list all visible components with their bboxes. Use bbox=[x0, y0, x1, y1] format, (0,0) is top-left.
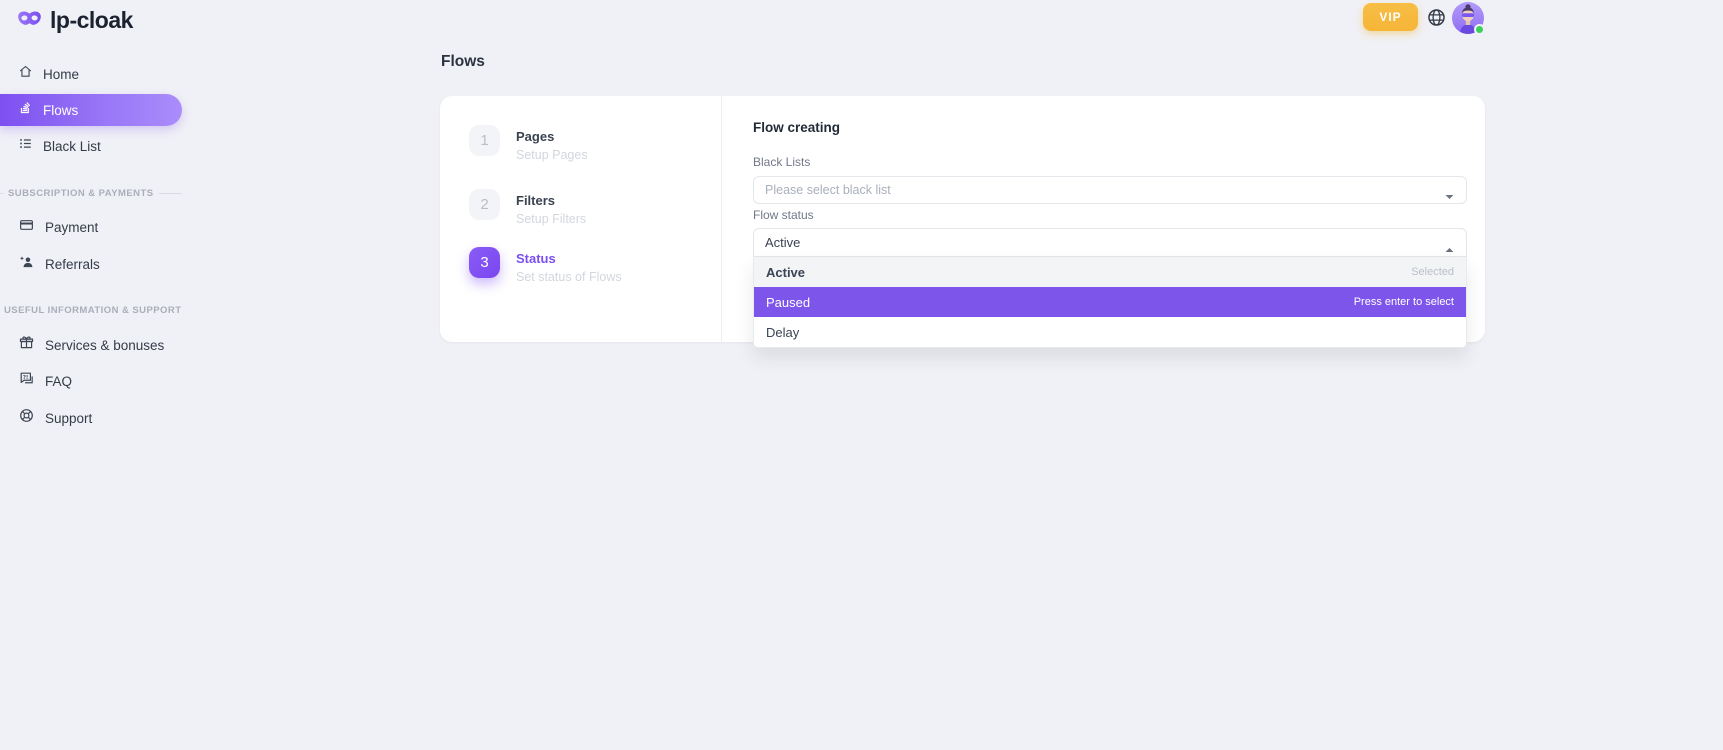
app-root: lp-cloak Home bbox=[0, 0, 1723, 750]
svg-text:?!: ?! bbox=[23, 375, 29, 381]
sidebar-item-label: Services & bonuses bbox=[45, 338, 164, 353]
flows-stack-icon bbox=[18, 100, 33, 120]
home-icon bbox=[18, 64, 33, 84]
black-lists-label: Black Lists bbox=[753, 155, 810, 169]
flow-status-label: Flow status bbox=[753, 208, 814, 222]
language-globe-icon[interactable] bbox=[1424, 5, 1448, 29]
sidebar: lp-cloak Home bbox=[0, 0, 212, 750]
option-paused[interactable]: Paused Press enter to select bbox=[754, 287, 1466, 317]
option-delay[interactable]: Delay bbox=[754, 317, 1466, 347]
option-label: Active bbox=[766, 265, 805, 280]
step-subtitle: Set status of Flows bbox=[516, 270, 622, 284]
flow-wizard-card: 1 Pages Setup Pages 2 Filters Setup Filt… bbox=[440, 96, 1485, 342]
step-filters[interactable]: 2 Filters Setup Filters bbox=[469, 189, 699, 226]
sidebar-item-black-list[interactable]: Black List bbox=[0, 132, 182, 160]
option-hint: Selected bbox=[1411, 266, 1454, 278]
vip-button[interactable]: VIP bbox=[1363, 3, 1418, 31]
mask-logo-icon bbox=[16, 8, 43, 34]
chevron-down-icon bbox=[1445, 187, 1454, 193]
step-number-badge: 2 bbox=[469, 189, 500, 220]
sidebar-item-label: Flows bbox=[43, 103, 78, 118]
sidebar-item-payment[interactable]: Payment bbox=[0, 213, 182, 241]
step-title: Status bbox=[516, 251, 622, 266]
credit-card-icon bbox=[18, 217, 35, 238]
sidebar-item-label: Black List bbox=[43, 139, 101, 154]
avatar[interactable] bbox=[1452, 2, 1484, 34]
sidebar-item-referrals[interactable]: Referrals bbox=[0, 250, 182, 278]
person-star-icon bbox=[18, 254, 35, 275]
section-title: SUBSCRIPTION & PAYMENTS bbox=[8, 188, 153, 199]
flow-status-dropdown: Active Selected Paused Press enter to se… bbox=[753, 257, 1467, 348]
step-subtitle: Setup Filters bbox=[516, 212, 586, 226]
option-hint: Press enter to select bbox=[1354, 296, 1454, 308]
sidebar-item-label: Home bbox=[43, 67, 79, 82]
app-title: lp-cloak bbox=[50, 7, 133, 34]
step-title: Pages bbox=[516, 129, 588, 144]
step-title: Filters bbox=[516, 193, 586, 208]
section-title: USEFUL INFORMATION & SUPPORT bbox=[4, 305, 181, 316]
sidebar-item-services[interactable]: Services & bonuses bbox=[0, 331, 182, 359]
option-label: Delay bbox=[766, 325, 799, 340]
sidebar-item-label: Referrals bbox=[45, 257, 100, 272]
sidebar-item-label: Payment bbox=[45, 220, 98, 235]
online-status-dot bbox=[1474, 24, 1485, 35]
page-title: Flows bbox=[441, 53, 485, 71]
sidebar-section-support: USEFUL INFORMATION & SUPPORT bbox=[0, 305, 182, 316]
sidebar-item-label: FAQ bbox=[45, 374, 72, 389]
step-number-badge: 3 bbox=[469, 247, 500, 278]
form-heading: Flow creating bbox=[753, 120, 840, 135]
sidebar-item-support[interactable]: Support bbox=[0, 404, 182, 432]
flow-status-value: Active bbox=[765, 235, 800, 250]
gift-icon bbox=[18, 334, 35, 356]
sidebar-item-label: Support bbox=[45, 411, 92, 426]
step-status[interactable]: 3 Status Set status of Flows bbox=[469, 247, 699, 284]
step-pages[interactable]: 1 Pages Setup Pages bbox=[469, 125, 699, 162]
option-label: Paused bbox=[766, 295, 810, 310]
chevron-up-icon bbox=[1445, 240, 1454, 246]
sidebar-item-faq[interactable]: ?! FAQ bbox=[0, 367, 182, 395]
option-active[interactable]: Active Selected bbox=[754, 257, 1466, 287]
sidebar-item-flows[interactable]: Flows bbox=[0, 94, 182, 126]
sidebar-item-home[interactable]: Home bbox=[0, 60, 182, 88]
step-subtitle: Setup Pages bbox=[516, 148, 588, 162]
list-icon bbox=[18, 136, 33, 156]
sidebar-section-subscription: SUBSCRIPTION & PAYMENTS bbox=[0, 188, 182, 199]
wizard-steps-panel: 1 Pages Setup Pages 2 Filters Setup Filt… bbox=[440, 96, 722, 342]
flow-status-select[interactable]: Active bbox=[753, 228, 1467, 257]
black-lists-select-input[interactable] bbox=[753, 176, 1467, 204]
lifebuoy-icon bbox=[18, 407, 35, 429]
faq-chat-icon: ?! bbox=[18, 370, 35, 392]
logo[interactable]: lp-cloak bbox=[16, 7, 133, 34]
step-number-badge: 1 bbox=[469, 125, 500, 156]
